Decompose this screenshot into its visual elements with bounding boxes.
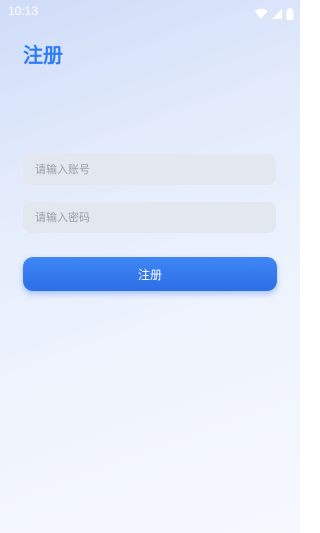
status-time: 10:13 xyxy=(8,4,39,18)
register-screen: 10:13 注册 注册 xyxy=(0,0,300,533)
password-field[interactable] xyxy=(23,202,276,233)
signal-icon xyxy=(271,5,283,19)
password-input[interactable] xyxy=(35,202,264,233)
account-field[interactable] xyxy=(23,154,276,185)
account-input[interactable] xyxy=(35,154,264,185)
register-button[interactable]: 注册 xyxy=(23,257,277,291)
status-icons xyxy=(254,4,294,20)
page-title: 注册 xyxy=(23,43,63,67)
wifi-icon xyxy=(254,5,268,19)
battery-icon xyxy=(286,5,294,20)
status-bar: 10:13 xyxy=(0,0,300,22)
